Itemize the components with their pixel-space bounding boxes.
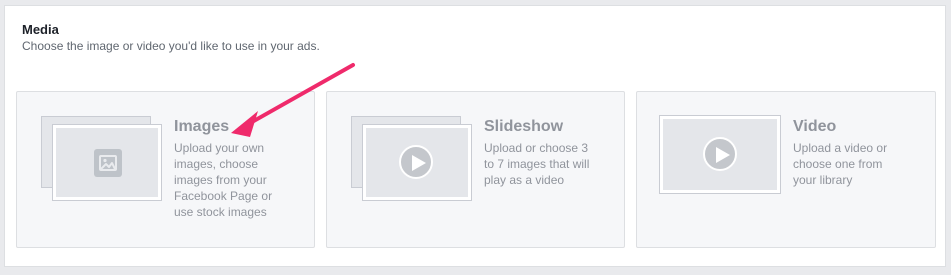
media-panel: Media Choose the image or video you'd li… <box>4 5 946 267</box>
play-icon <box>399 145 433 179</box>
thumbnail-front <box>52 124 162 201</box>
media-title: Media <box>22 22 59 37</box>
thumbnail-front <box>362 124 472 201</box>
media-option-images[interactable]: Images Upload your own images, choose im… <box>16 91 315 248</box>
option-title-video: Video <box>793 118 837 135</box>
image-icon <box>94 149 122 177</box>
play-icon <box>703 137 737 171</box>
media-option-slideshow[interactable]: Slideshow Upload or choose 3 to 7 images… <box>326 91 625 248</box>
media-subtitle: Choose the image or video you'd like to … <box>22 39 320 53</box>
thumbnail-single <box>659 115 781 194</box>
option-description-images: Upload your own images, choose images fr… <box>174 141 273 219</box>
option-title-slideshow: Slideshow <box>484 118 564 135</box>
option-description-slideshow: Upload or choose 3 to 7 images that will… <box>484 141 590 187</box>
media-option-video[interactable]: Video Upload a video or choose one from … <box>636 91 936 248</box>
option-title-images: Images <box>174 118 230 135</box>
option-description-video: Upload a video or choose one from your l… <box>793 141 888 187</box>
